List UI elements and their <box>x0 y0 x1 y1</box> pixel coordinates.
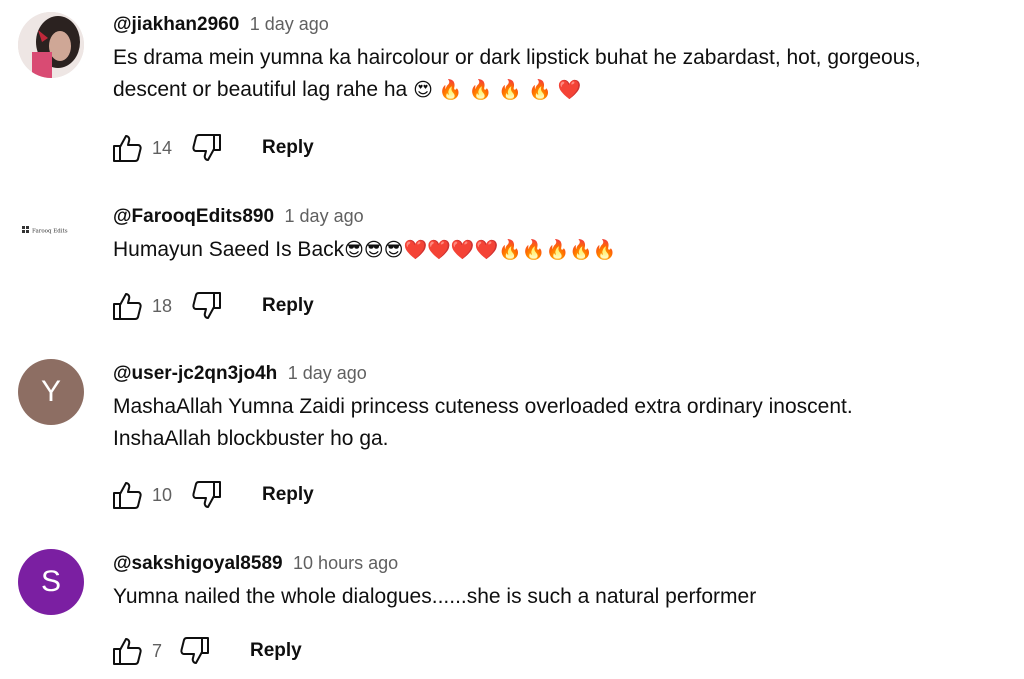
comment-author[interactable]: @user-jc2qn3jo4h <box>113 363 277 384</box>
thumbs-down-icon <box>192 134 221 161</box>
dislike-button[interactable] <box>190 289 224 323</box>
dislike-button[interactable] <box>190 131 224 165</box>
thumbs-down-icon <box>192 481 221 508</box>
like-button[interactable] <box>110 289 144 323</box>
like-button[interactable] <box>110 131 144 165</box>
avatar[interactable]: Farooq Edits <box>18 197 84 263</box>
dislike-button[interactable] <box>190 478 224 512</box>
avatar-letter: Y <box>40 375 61 408</box>
comment-author[interactable]: @sakshigoyal8589 <box>113 553 283 574</box>
comment-text: MashaAllah Yumna Zaidi princess cuteness… <box>113 395 853 450</box>
thumbs-down-icon <box>180 637 209 664</box>
avatar[interactable] <box>18 12 84 78</box>
thumbs-up-icon <box>113 638 142 665</box>
like-button[interactable] <box>110 634 144 668</box>
like-count: 10 <box>152 484 173 505</box>
avatar-letter: S <box>40 565 61 598</box>
like-count: 7 <box>152 640 163 661</box>
comment-timestamp[interactable]: 10 hours ago <box>293 553 398 573</box>
like-count: 14 <box>152 137 173 158</box>
comment-emojis: 😍 🔥 🔥 🔥 🔥 ❤️ <box>413 79 582 101</box>
comment-timestamp[interactable]: 1 day ago <box>285 206 364 226</box>
reply-button[interactable]: Reply <box>262 484 314 506</box>
reply-button[interactable]: Reply <box>250 640 302 662</box>
comment-text: Yumna nailed the whole dialogues......sh… <box>113 585 757 608</box>
avatar[interactable]: S <box>18 549 84 615</box>
comment-timestamp[interactable]: 1 day ago <box>288 363 367 383</box>
thumbs-up-icon <box>113 482 142 509</box>
thumbs-up-icon <box>113 135 142 162</box>
comment-text-body: Humayun Saeed Is Back <box>113 238 345 261</box>
comment-text: Humayun Saeed Is Back😎😎😎❤️❤️❤️❤️🔥🔥🔥🔥🔥 <box>113 234 1014 266</box>
comment-author[interactable]: @FarooqEdits890 <box>113 206 274 227</box>
comment-timestamp[interactable]: 1 day ago <box>250 14 329 34</box>
like-button[interactable] <box>110 478 144 512</box>
reply-button[interactable]: Reply <box>262 137 314 159</box>
comment-author[interactable]: @jiakhan2960 <box>113 14 239 35</box>
logo-text: Farooq Edits <box>32 229 68 235</box>
thumbs-down-icon <box>192 292 221 319</box>
reply-button[interactable]: Reply <box>262 295 314 317</box>
dislike-button[interactable] <box>178 634 212 668</box>
like-count: 18 <box>152 295 173 316</box>
photo-avatar-icon <box>18 12 84 78</box>
avatar[interactable]: Y <box>18 359 84 425</box>
thumbs-up-icon <box>113 293 142 320</box>
comment-emojis: 😎😎😎❤️❤️❤️❤️🔥🔥🔥🔥🔥 <box>344 239 617 261</box>
comment-text: Es drama mein yumna ka haircolour or dar… <box>113 42 1014 106</box>
farooq-edits-logo: Farooq Edits <box>22 226 68 235</box>
